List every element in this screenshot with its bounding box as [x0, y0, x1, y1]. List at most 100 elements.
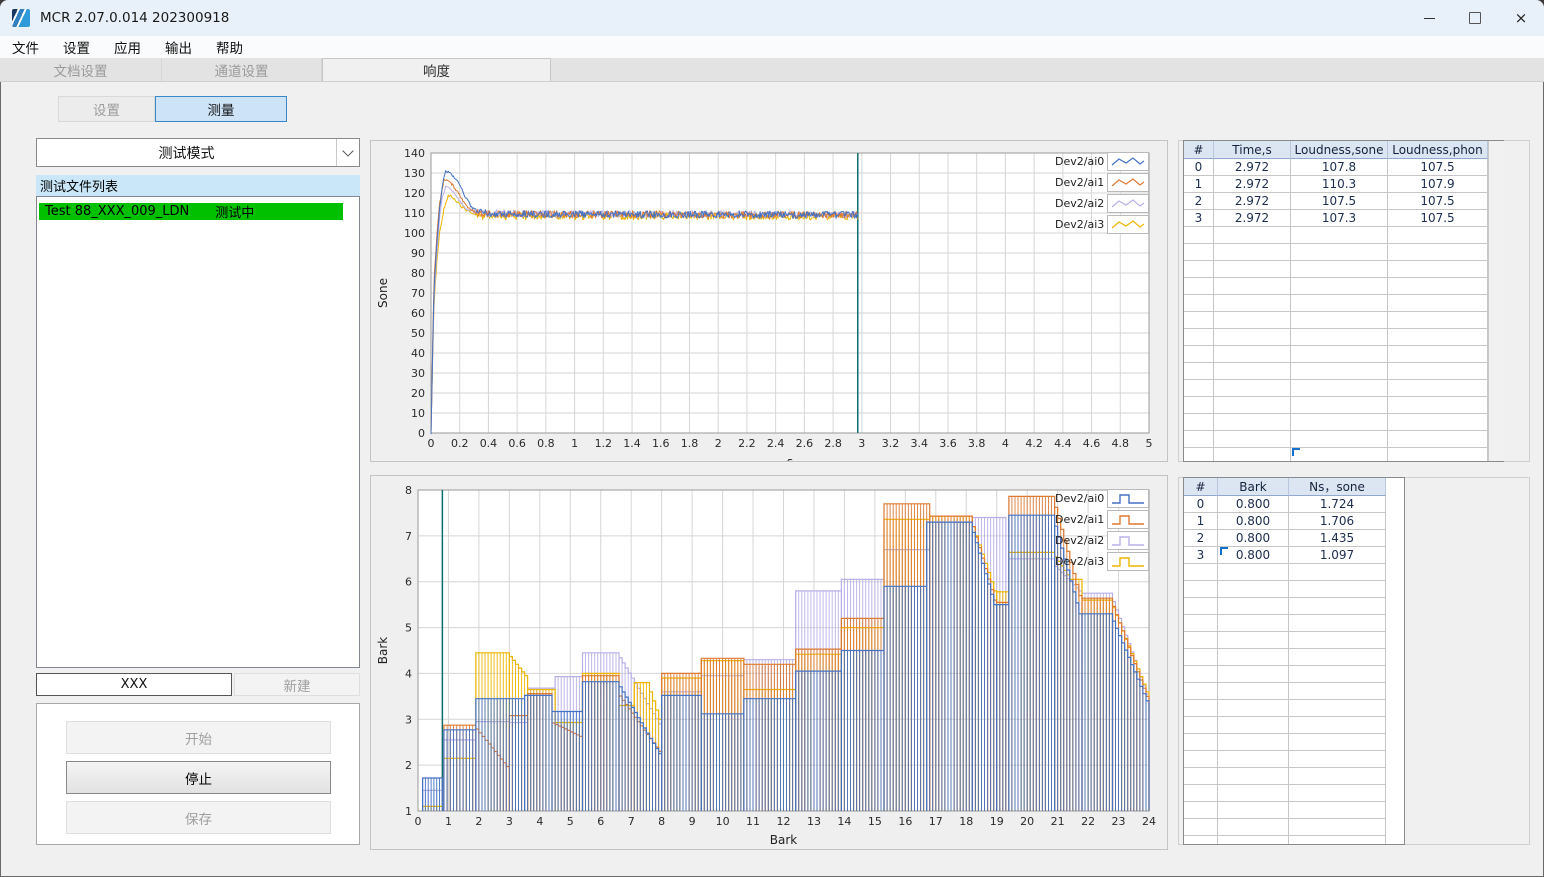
- table-cell[interactable]: [1289, 768, 1386, 785]
- table-cell[interactable]: [1218, 598, 1289, 615]
- table-cell[interactable]: [1184, 227, 1214, 244]
- table-row[interactable]: 2 0.800 1.435: [1184, 530, 1404, 547]
- table-row[interactable]: [1184, 329, 1503, 346]
- table-cell[interactable]: [1291, 380, 1388, 397]
- table-cell[interactable]: [1214, 414, 1291, 431]
- table-row[interactable]: [1184, 598, 1404, 615]
- table-cell[interactable]: [1184, 295, 1214, 312]
- table-cell[interactable]: [1214, 227, 1291, 244]
- table-cell[interactable]: [1289, 666, 1386, 683]
- table-cell[interactable]: 1.706: [1289, 513, 1386, 530]
- table-cell[interactable]: [1184, 278, 1214, 295]
- table-cell[interactable]: [1184, 564, 1218, 581]
- table-cell[interactable]: [1291, 227, 1388, 244]
- table-cell[interactable]: [1184, 581, 1218, 598]
- table-cell[interactable]: [1291, 414, 1388, 431]
- bark-spectrum-chart[interactable]: 0 1 2 3 4 5 6 7 8 9 10 11 12 13 14 15 16 17 18 19 20 21 22 23 24…: [370, 475, 1168, 850]
- table-cell[interactable]: [1388, 261, 1488, 278]
- column-header[interactable]: Loudness,sone: [1291, 141, 1388, 159]
- table-cell[interactable]: [1218, 683, 1289, 700]
- tab-2[interactable]: 响度: [322, 58, 551, 81]
- file-name-input[interactable]: [36, 673, 232, 696]
- table-cell[interactable]: [1184, 615, 1218, 632]
- table-cell[interactable]: [1184, 380, 1214, 397]
- table-cell[interactable]: [1289, 700, 1386, 717]
- table-cell[interactable]: [1184, 666, 1218, 683]
- table-cell[interactable]: [1184, 598, 1218, 615]
- table-cell[interactable]: [1388, 244, 1488, 261]
- table-cell[interactable]: [1184, 700, 1218, 717]
- loudness-time-plot[interactable]: 0 0.2 0.4 0.6 0.8 1 1.2 1.4 1.6 1.8 2 2.2 2.4 2.6 2.8 3…: [371, 141, 1167, 469]
- table-cell[interactable]: [1184, 632, 1218, 649]
- table-cell[interactable]: [1214, 278, 1291, 295]
- table-cell[interactable]: [1218, 802, 1289, 819]
- table-cell[interactable]: [1184, 683, 1218, 700]
- table-row[interactable]: [1184, 431, 1503, 448]
- table-cell[interactable]: 0.800: [1218, 496, 1289, 513]
- table-cell[interactable]: [1291, 278, 1388, 295]
- table-cell[interactable]: 107.3: [1291, 210, 1388, 227]
- table-cell[interactable]: [1388, 227, 1488, 244]
- table-row[interactable]: [1184, 244, 1503, 261]
- table-cell[interactable]: [1184, 768, 1218, 785]
- table-row[interactable]: 1 2.972 110.3 107.9: [1184, 176, 1503, 193]
- table-cell[interactable]: [1184, 431, 1214, 448]
- bark-table[interactable]: # Bark Ns，sone 0 0.800 1.724 1 0.800 1.706 2 0.800…: [1183, 477, 1405, 845]
- table-row[interactable]: [1184, 649, 1404, 666]
- bark-spectrum-plot[interactable]: 0 1 2 3 4 5 6 7 8 9 10 11 12 13 14 15 16 17 18 19 20 21 22 23 24…: [371, 476, 1167, 849]
- stop-button[interactable]: 停止: [66, 761, 331, 794]
- table-cell[interactable]: 107.5: [1388, 210, 1488, 227]
- table-row[interactable]: [1184, 683, 1404, 700]
- table-cell[interactable]: [1184, 717, 1218, 734]
- table-cell[interactable]: [1184, 329, 1214, 346]
- table-row[interactable]: 2 2.972 107.5 107.5: [1184, 193, 1503, 210]
- table-cell[interactable]: 107.5: [1388, 193, 1488, 210]
- loudness-table[interactable]: # Time,s Loudness,sone Loudness,phon 0 2.972 1…: [1183, 140, 1504, 462]
- table-cell[interactable]: [1291, 397, 1388, 414]
- column-header[interactable]: Loudness,phon: [1388, 141, 1488, 159]
- table-cell[interactable]: [1289, 802, 1386, 819]
- table-cell[interactable]: 2: [1184, 530, 1218, 547]
- tab-1[interactable]: 通道设置: [162, 58, 322, 81]
- table-row[interactable]: [1184, 751, 1404, 768]
- table-cell[interactable]: [1218, 768, 1289, 785]
- table-cell[interactable]: [1184, 836, 1218, 844]
- table-cell[interactable]: [1214, 448, 1291, 461]
- table-row[interactable]: 3 0.800 1.097: [1184, 547, 1404, 564]
- table-cell[interactable]: [1388, 363, 1488, 380]
- table-cell[interactable]: [1291, 346, 1388, 363]
- table-cell[interactable]: [1289, 717, 1386, 734]
- table-cell[interactable]: [1289, 564, 1386, 581]
- table-cell[interactable]: [1289, 598, 1386, 615]
- table-cell[interactable]: 107.8: [1291, 159, 1388, 176]
- table-cell[interactable]: [1214, 431, 1291, 448]
- menu-item-1[interactable]: 设置: [51, 37, 102, 57]
- measure-mode-button[interactable]: 测量: [155, 96, 287, 122]
- table-cell[interactable]: 0.800: [1218, 513, 1289, 530]
- table-row[interactable]: [1184, 414, 1503, 431]
- table-row[interactable]: [1184, 380, 1503, 397]
- table-cell[interactable]: [1289, 581, 1386, 598]
- menu-item-0[interactable]: 文件: [0, 37, 51, 57]
- table-row[interactable]: [1184, 819, 1404, 836]
- table-row[interactable]: [1184, 717, 1404, 734]
- table-cell[interactable]: [1289, 751, 1386, 768]
- save-button[interactable]: 保存: [66, 801, 331, 834]
- table-cell[interactable]: [1214, 363, 1291, 380]
- table-row[interactable]: [1184, 666, 1404, 683]
- table-cell[interactable]: [1218, 700, 1289, 717]
- column-header[interactable]: Ns，sone: [1289, 478, 1386, 496]
- table-cell[interactable]: 1.724: [1289, 496, 1386, 513]
- table-cell[interactable]: [1184, 802, 1218, 819]
- table-cell[interactable]: [1214, 312, 1291, 329]
- table-row[interactable]: [1184, 295, 1503, 312]
- table-cell[interactable]: [1218, 564, 1289, 581]
- table-cell[interactable]: [1291, 448, 1388, 461]
- table-cell[interactable]: [1218, 717, 1289, 734]
- table-cell[interactable]: [1218, 819, 1289, 836]
- maximize-button[interactable]: [1452, 0, 1498, 36]
- table-row[interactable]: [1184, 802, 1404, 819]
- table-cell[interactable]: [1291, 363, 1388, 380]
- table-cell[interactable]: [1388, 346, 1488, 363]
- table-cell[interactable]: 110.3: [1291, 176, 1388, 193]
